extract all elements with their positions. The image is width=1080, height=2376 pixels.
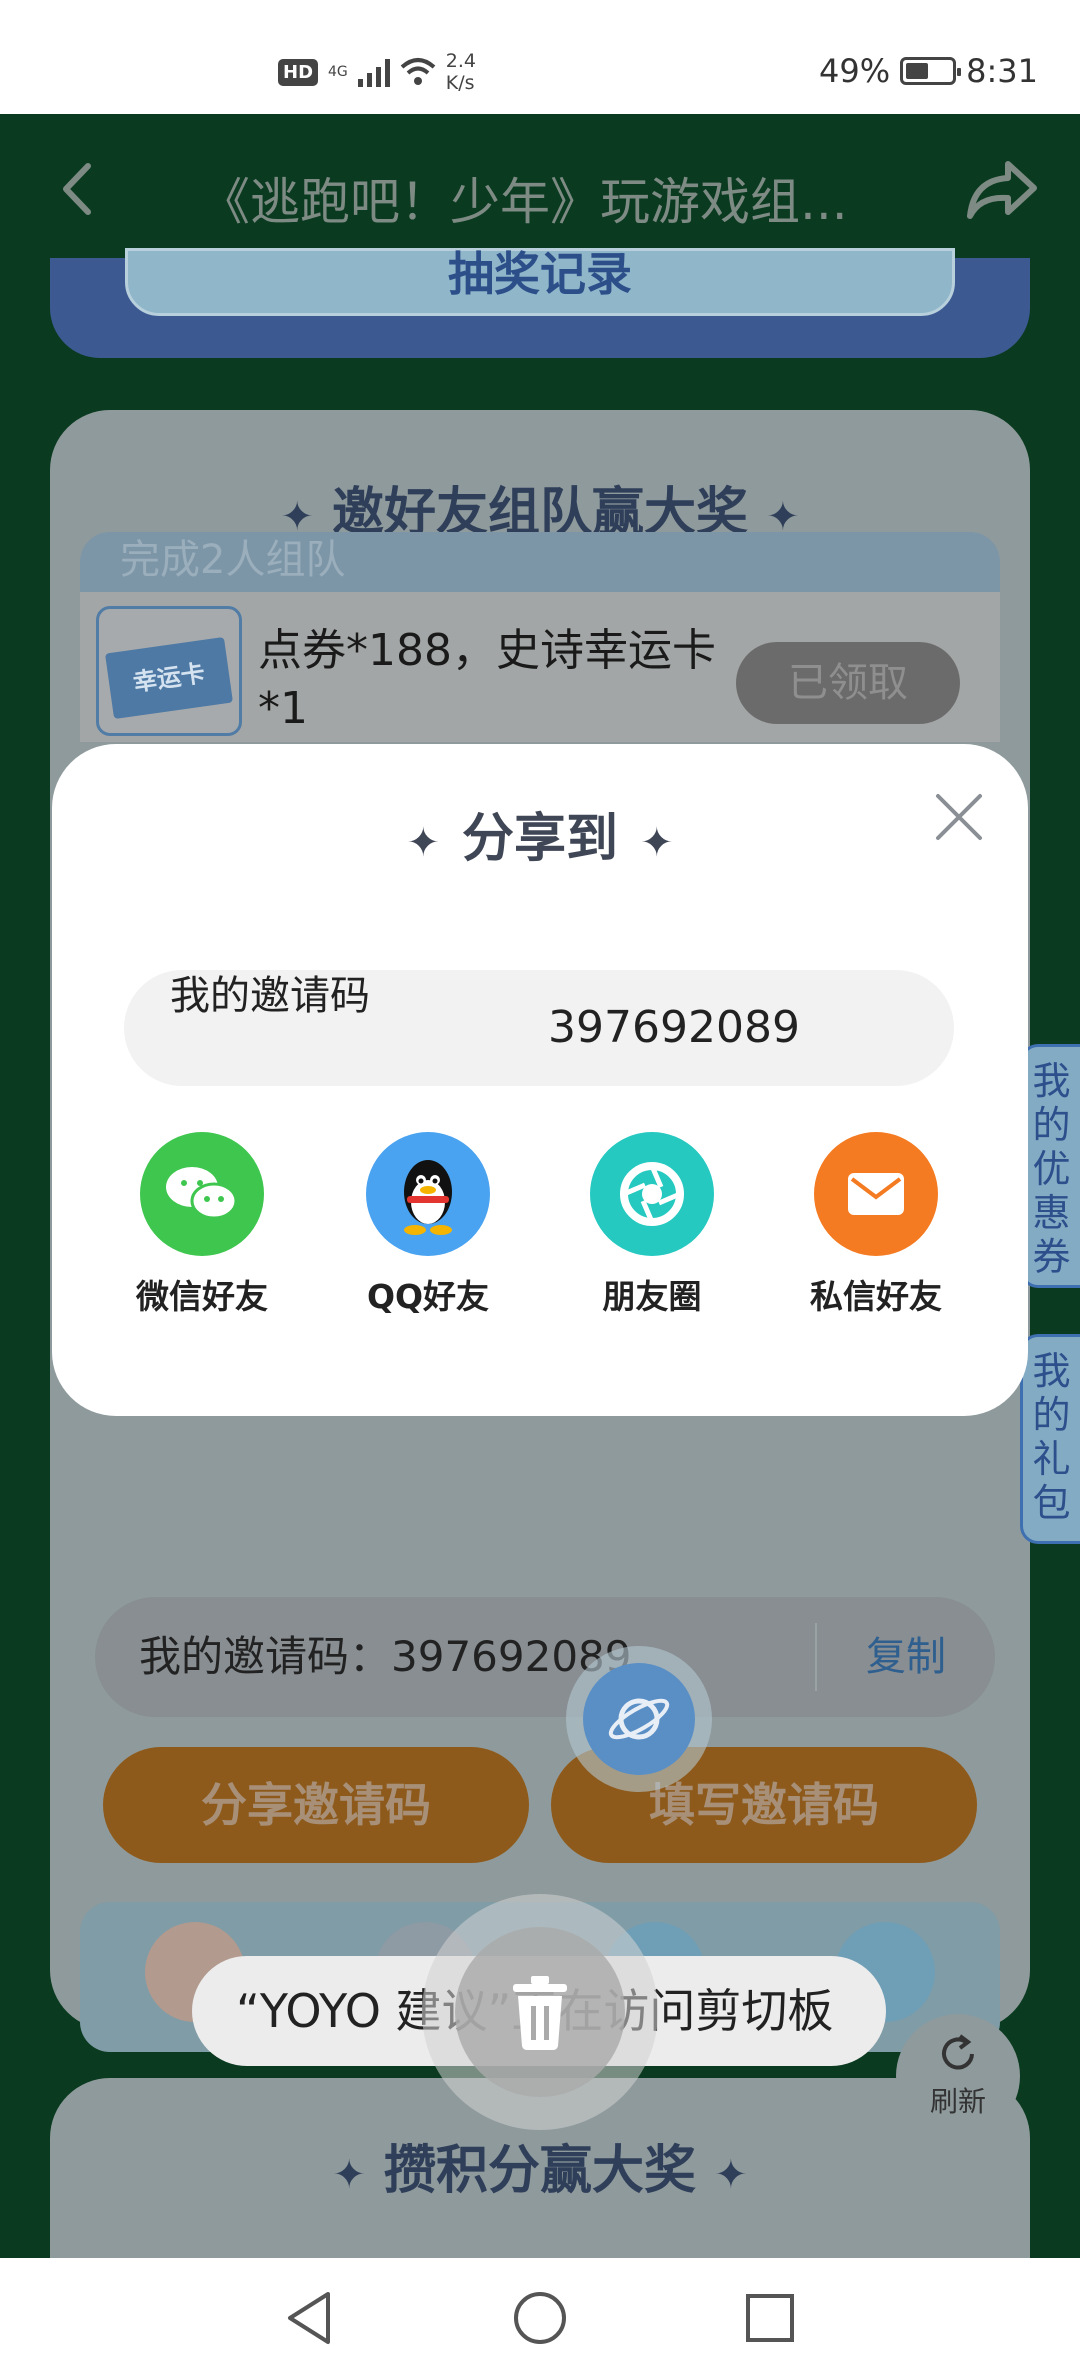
page-title: 《逃跑吧！少年》玩游戏组... — [200, 173, 848, 231]
refresh-button[interactable]: 刷新 — [896, 2014, 1020, 2138]
back-icon[interactable] — [50, 154, 110, 224]
invite-code-value: 397692089 — [548, 1002, 800, 1053]
share-private-message[interactable]: 私信好友 — [776, 1132, 976, 1318]
refresh-label: 刷新 — [929, 2085, 986, 2118]
share-qq-label: QQ好友 — [366, 1277, 490, 1316]
signal-icon — [357, 57, 390, 87]
share-icon[interactable] — [964, 154, 1040, 224]
luck-card-icon: 幸运卡 — [96, 606, 242, 736]
invite-code-field: 我的邀请码 397692089 — [124, 970, 954, 1086]
invite-code-text: 我的邀请码：397692089 — [139, 1632, 632, 1681]
floating-browser-button[interactable] — [566, 1646, 712, 1792]
trash-icon — [455, 1927, 625, 2097]
invite-code-row: 我的邀请码：397692089 复制 — [95, 1597, 995, 1717]
refresh-icon — [942, 2034, 974, 2070]
wechat-icon — [140, 1132, 264, 1256]
share-modal: ✦ 分享到 ✦ 我的邀请码 397692089 微信好友 QQ好友 朋友圈 私信好友 — [52, 744, 1028, 1416]
app-header: 《逃跑吧！少年》玩游戏组... — [0, 114, 1080, 264]
qq-icon — [366, 1132, 490, 1256]
sparkle-icon: ✦ — [714, 2152, 748, 2198]
nav-home-icon[interactable] — [508, 2286, 572, 2350]
network-speed: 2.4 K/s — [446, 50, 476, 94]
planet-icon — [583, 1663, 695, 1775]
status-right: 49% 8:31 — [819, 52, 1038, 90]
share-moments[interactable]: 朋友圈 — [552, 1132, 752, 1318]
nav-recents-icon[interactable] — [738, 2286, 802, 2350]
system-nav-bar — [0, 2258, 1080, 2376]
modal-title-text: 分享到 — [461, 809, 618, 869]
my-gifts-label: 我的礼包 — [1032, 1349, 1071, 1525]
network-type: 4G — [328, 64, 348, 80]
sparkle-icon: ✦ — [332, 2152, 366, 2198]
status-bar: HD 4G 2.4 K/s 49% 8:31 — [0, 0, 1080, 114]
clock: 8:31 — [966, 52, 1038, 90]
speed-value: 2.4 — [445, 50, 476, 72]
my-coupons-label: 我的优惠券 — [1032, 1059, 1071, 1279]
share-wechat-label: 微信好友 — [136, 1277, 268, 1316]
points-section-title-text: 攒积分赢大奖 — [383, 2141, 696, 2201]
claimed-button[interactable]: 已领取 — [736, 642, 960, 724]
wifi-icon — [400, 58, 436, 85]
points-section-title: ✦ 攒积分赢大奖 ✦ — [50, 2128, 1030, 2203]
nav-back-icon[interactable] — [278, 2286, 342, 2350]
luck-card-label: 幸运卡 — [104, 636, 234, 720]
lottery-strip: 抽奖记录 — [50, 248, 1030, 358]
invite-code-label: 我的邀请码 — [170, 973, 370, 1019]
copy-button[interactable]: 复制 — [815, 1623, 995, 1691]
sparkle-icon: ✦ — [640, 820, 674, 866]
status-indicators: HD 4G 2.4 K/s — [278, 50, 476, 94]
modal-title: ✦ 分享到 ✦ — [52, 796, 1028, 871]
share-wechat[interactable]: 微信好友 — [102, 1132, 302, 1318]
trash-drop-target[interactable] — [422, 1894, 658, 2130]
mail-icon — [814, 1132, 938, 1256]
battery-icon — [900, 57, 962, 85]
moments-icon — [590, 1132, 714, 1256]
speed-unit: K/s — [445, 72, 475, 94]
share-private-message-label: 私信好友 — [810, 1277, 942, 1316]
team-reward-row: 幸运卡 点券*188，史诗幸运卡*1 已领取 — [80, 592, 1000, 742]
my-gifts-tab[interactable]: 我的礼包 — [1020, 1334, 1080, 1544]
hd-badge: HD — [278, 58, 319, 86]
reward-text: 点券*188，史诗幸运卡*1 — [258, 625, 716, 734]
battery-percent: 49% — [819, 52, 891, 90]
close-icon[interactable] — [932, 790, 986, 844]
battery-fill — [906, 63, 928, 79]
share-moments-label: 朋友圈 — [602, 1277, 702, 1316]
share-code-button[interactable]: 分享邀请码 — [103, 1747, 529, 1863]
sparkle-icon: ✦ — [406, 820, 440, 866]
team-banner: 完成2人组队 — [80, 532, 1000, 592]
lottery-record-button[interactable]: 抽奖记录 — [125, 248, 955, 316]
share-qq[interactable]: QQ好友 — [328, 1132, 528, 1318]
my-coupons-tab[interactable]: 我的优惠券 — [1020, 1044, 1080, 1288]
